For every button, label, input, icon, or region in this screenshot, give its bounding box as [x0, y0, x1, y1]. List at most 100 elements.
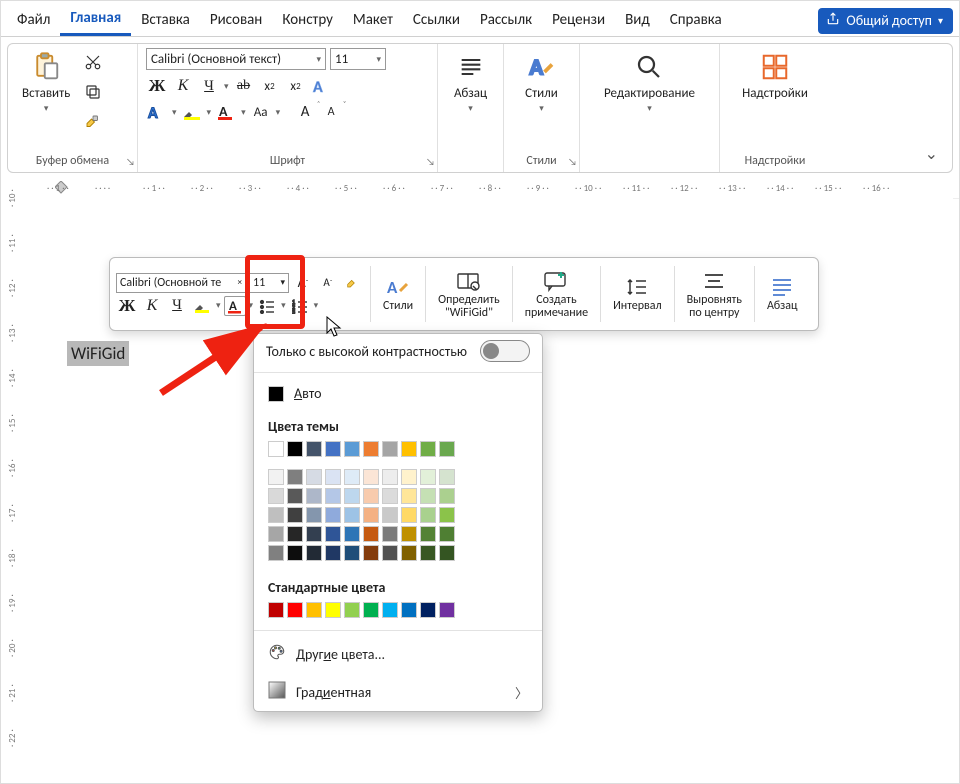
mini-define-button[interactable]: Определить"WiFiGid": [432, 268, 506, 320]
color-swatch[interactable]: [439, 507, 455, 523]
color-swatch[interactable]: [382, 488, 398, 504]
mini-shrink-font[interactable]: Aˇ: [317, 273, 339, 293]
color-swatch[interactable]: [363, 441, 379, 457]
color-swatch[interactable]: [420, 488, 436, 504]
ribbon-collapse-chevron-icon[interactable]: ⌄: [925, 144, 938, 164]
color-swatch[interactable]: [363, 507, 379, 523]
horizontal-ruler[interactable]: · · 1 · ·· · · ·· · 1 · ·· · 2 · ·· · 3 …: [39, 179, 959, 199]
tab-view[interactable]: Вид: [615, 7, 660, 35]
color-swatch[interactable]: [439, 469, 455, 485]
share-button[interactable]: Общий доступ ▾: [818, 8, 953, 34]
dialog-launcher-icon[interactable]: ↘: [126, 155, 135, 168]
color-swatch[interactable]: [439, 602, 455, 618]
mini-paragraph-button[interactable]: Абзац: [761, 274, 804, 313]
color-swatch[interactable]: [401, 507, 417, 523]
color-swatch[interactable]: [344, 545, 360, 561]
strikethrough-button[interactable]: ab: [233, 76, 255, 96]
mini-styles-button[interactable]: A Стили: [377, 274, 419, 313]
font-size-combo[interactable]: 11▾: [330, 48, 386, 70]
color-swatch[interactable]: [325, 545, 341, 561]
color-swatch[interactable]: [363, 488, 379, 504]
color-swatch[interactable]: [382, 441, 398, 457]
mini-underline[interactable]: Ч: [166, 296, 188, 316]
color-swatch[interactable]: [344, 507, 360, 523]
color-swatch[interactable]: [420, 602, 436, 618]
paragraph-button[interactable]: Абзац ▾: [448, 48, 494, 116]
color-swatch[interactable]: [420, 441, 436, 457]
document-area[interactable]: WiFiGid Calibri (Основной те× 11▾ Aˆ Aˇ …: [39, 197, 953, 777]
color-swatch[interactable]: [344, 488, 360, 504]
color-swatch[interactable]: [325, 602, 341, 618]
tab-layout[interactable]: Макет: [343, 7, 403, 35]
styles-button[interactable]: A Стили ▾: [519, 48, 565, 116]
text-effects-icon[interactable]: A: [311, 76, 333, 96]
copy-icon[interactable]: [82, 82, 104, 102]
color-swatch[interactable]: [382, 526, 398, 542]
color-swatch[interactable]: [325, 526, 341, 542]
tab-references[interactable]: Ссылки: [403, 7, 470, 35]
color-swatch[interactable]: [439, 545, 455, 561]
color-swatch[interactable]: [287, 469, 303, 485]
dialog-launcher-icon[interactable]: ↘: [568, 155, 577, 168]
color-swatch[interactable]: [287, 602, 303, 618]
high-contrast-toggle[interactable]: [480, 340, 530, 362]
color-swatch[interactable]: [382, 545, 398, 561]
mini-font-color-button[interactable]: A: [224, 296, 246, 316]
color-swatch[interactable]: [268, 507, 284, 523]
color-swatch[interactable]: [439, 441, 455, 457]
selected-text[interactable]: WiFiGid: [67, 341, 129, 366]
color-auto-item[interactable]: Авто: [254, 377, 542, 410]
color-swatch[interactable]: [306, 602, 322, 618]
color-swatch[interactable]: [268, 441, 284, 457]
color-swatch[interactable]: [306, 488, 322, 504]
color-swatch[interactable]: [344, 441, 360, 457]
color-swatch[interactable]: [268, 488, 284, 504]
vertical-ruler[interactable]: · 10 ·· 11 ·· 12 ·· 13 ·· 14 ·· 15 ·· 16…: [1, 197, 31, 783]
paste-button[interactable]: Вставить ▾: [16, 48, 76, 116]
mini-highlight-icon[interactable]: [191, 296, 213, 316]
mini-new-comment-button[interactable]: Создатьпримечание: [519, 268, 594, 320]
color-swatch[interactable]: [306, 507, 322, 523]
color-swatch[interactable]: [287, 526, 303, 542]
underline-button[interactable]: Ч: [198, 76, 220, 96]
color-swatch[interactable]: [268, 545, 284, 561]
tab-draw[interactable]: Рисован: [200, 7, 273, 35]
cut-icon[interactable]: [82, 52, 104, 72]
color-swatch[interactable]: [287, 441, 303, 457]
color-swatch[interactable]: [325, 469, 341, 485]
color-swatch[interactable]: [401, 488, 417, 504]
color-swatch[interactable]: [344, 602, 360, 618]
color-swatch[interactable]: [439, 526, 455, 542]
superscript-button[interactable]: x2: [285, 76, 307, 96]
color-swatch[interactable]: [420, 469, 436, 485]
color-swatch[interactable]: [363, 602, 379, 618]
tab-mailings[interactable]: Рассылк: [470, 7, 542, 35]
mini-italic[interactable]: К: [141, 296, 163, 316]
change-case-button[interactable]: Aa: [250, 102, 272, 122]
tab-review[interactable]: Рецензи: [542, 7, 615, 35]
font-color-button[interactable]: A: [215, 102, 237, 122]
color-swatch[interactable]: [325, 507, 341, 523]
font-name-combo[interactable]: Calibri (Основной текст)▾: [146, 48, 326, 70]
format-painter-icon[interactable]: [82, 112, 104, 132]
mini-numbering-icon[interactable]: 123: [289, 296, 311, 316]
gradient-item[interactable]: Градиентная 〉: [254, 673, 542, 711]
texteffect-a-icon[interactable]: A: [146, 102, 168, 122]
highlight-icon[interactable]: [181, 102, 203, 122]
color-swatch[interactable]: [287, 545, 303, 561]
more-colors-item[interactable]: Другие цвета...: [254, 635, 542, 673]
mini-font-name[interactable]: Calibri (Основной те×: [116, 273, 246, 293]
mini-align-center-button[interactable]: Выровнятьпо центру: [681, 268, 748, 320]
color-swatch[interactable]: [287, 507, 303, 523]
color-swatch[interactable]: [439, 488, 455, 504]
color-swatch[interactable]: [363, 545, 379, 561]
tab-design[interactable]: Констру: [272, 7, 343, 35]
tab-home[interactable]: Главная: [60, 5, 131, 36]
dialog-launcher-icon[interactable]: ↘: [426, 155, 435, 168]
mini-font-color-chevron[interactable]: ▾: [249, 300, 254, 311]
color-swatch[interactable]: [401, 441, 417, 457]
addins-button[interactable]: Надстройки: [736, 48, 814, 103]
color-swatch[interactable]: [420, 545, 436, 561]
grow-font-button[interactable]: Aˆ: [294, 102, 316, 122]
color-swatch[interactable]: [363, 469, 379, 485]
